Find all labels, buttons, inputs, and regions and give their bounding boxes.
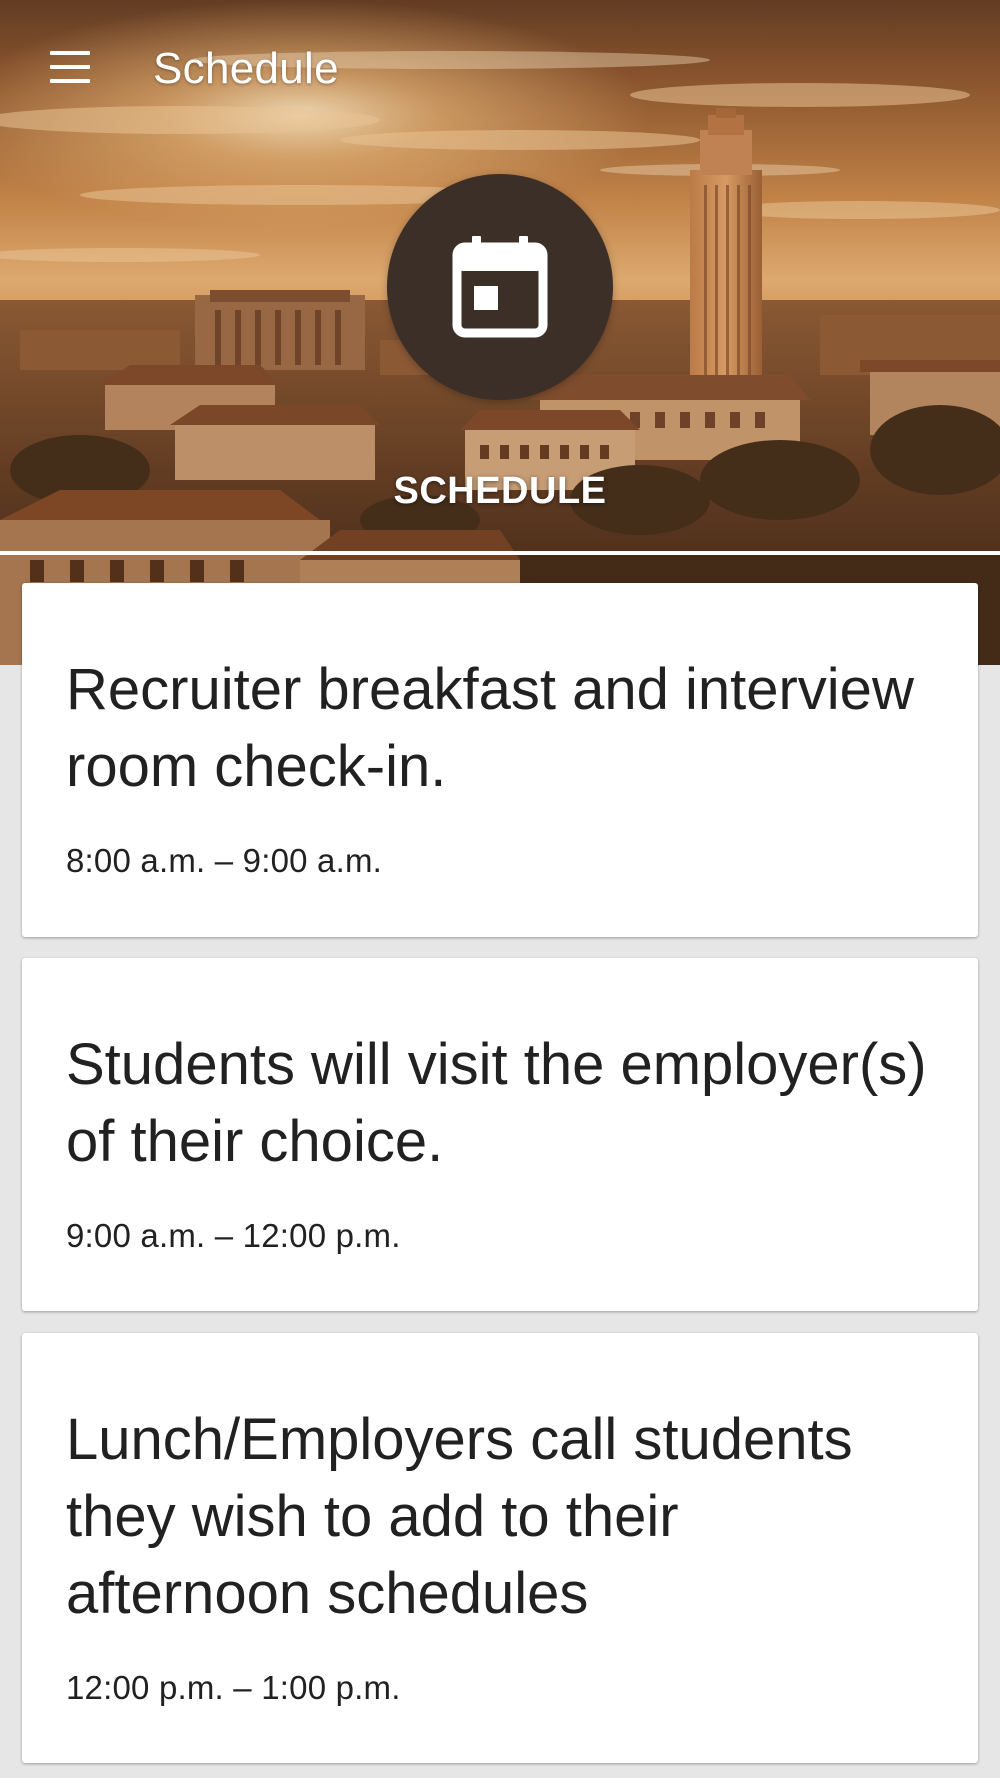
calendar-icon [452,236,548,338]
schedule-item-time: 9:00 a.m. – 12:00 p.m. [66,1217,401,1254]
schedule-card[interactable]: Students will visit the employer(s) of t… [22,958,978,1311]
app-toolbar: Schedule [0,0,1000,140]
schedule-item-title: Lunch/Employers call students they wish … [66,1407,853,1626]
schedule-item-time: 12:00 p.m. – 1:00 p.m. [66,1669,401,1706]
hero-banner: Schedule SCHEDULE [0,0,1000,665]
schedule-item-time: 8:00 a.m. – 9:00 a.m. [66,842,383,879]
schedule-item-title: Recruiter breakfast and interview room c… [66,657,914,799]
toolbar-title: Schedule [153,44,339,93]
schedule-item-title: Students will visit the employer(s) of t… [66,1032,927,1174]
hero-label: SCHEDULE [393,470,607,512]
app-screen: Schedule SCHEDULE Recruiter breakfast an… [0,0,1000,1778]
hero-divider [0,551,1000,555]
schedule-badge [387,174,613,400]
schedule-card[interactable]: Recruiter breakfast and interview room c… [22,583,978,937]
schedule-card[interactable]: Lunch/Employers call students they wish … [22,1333,978,1763]
hamburger-menu-icon[interactable] [40,42,100,92]
